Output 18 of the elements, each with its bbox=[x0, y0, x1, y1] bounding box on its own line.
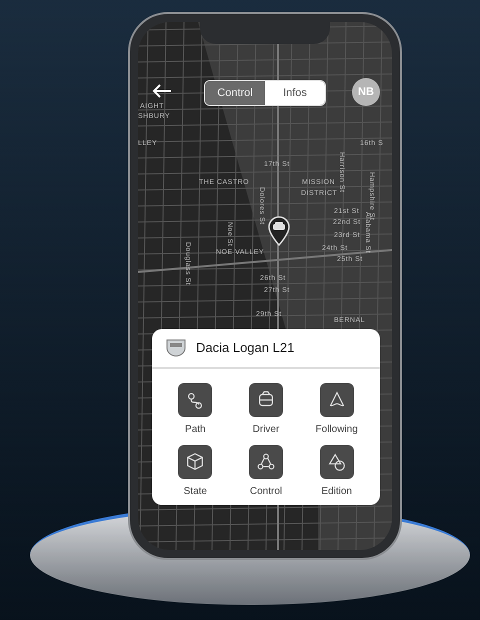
action-label[interactable]: Path bbox=[185, 422, 206, 437]
control-action-icon[interactable] bbox=[248, 445, 283, 479]
driver-action-icon[interactable] bbox=[248, 383, 283, 417]
action-label[interactable]: Control bbox=[250, 484, 282, 499]
segment-tab[interactable]: Control bbox=[205, 81, 265, 105]
car-pin-icon bbox=[268, 216, 290, 246]
action-label[interactable]: Following bbox=[316, 422, 358, 437]
edition-action-icon[interactable] bbox=[320, 445, 354, 479]
action-label[interactable]: Edition bbox=[321, 484, 352, 499]
action-label[interactable]: State bbox=[184, 484, 207, 499]
car-logo-icon bbox=[166, 339, 186, 357]
path-action-icon[interactable] bbox=[178, 383, 212, 417]
state-action-icon[interactable] bbox=[178, 445, 212, 479]
action-label[interactable]: Driver bbox=[252, 422, 280, 437]
following-action-icon[interactable] bbox=[320, 383, 354, 417]
vehicle-name: Dacia Logan L21 bbox=[196, 339, 294, 358]
segment-tab[interactable]: Infos bbox=[265, 81, 325, 105]
back-arrow-icon[interactable] bbox=[152, 83, 172, 99]
